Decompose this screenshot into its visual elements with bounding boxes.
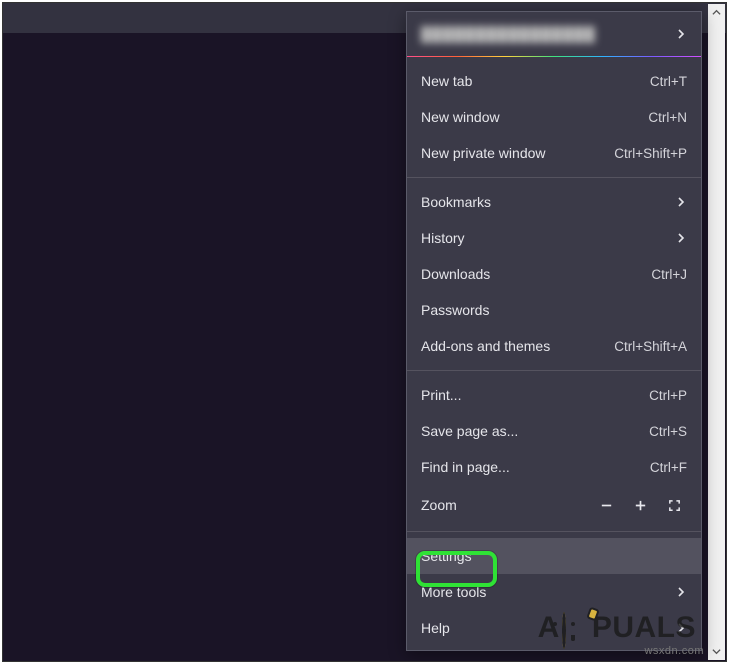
rainbow-separator [407, 56, 701, 57]
fullscreen-icon [667, 498, 682, 513]
menu-item-new-window[interactable]: New window Ctrl+N [407, 99, 701, 135]
zoom-out-button[interactable] [589, 491, 623, 519]
minus-icon [599, 498, 614, 513]
menu-label: History [421, 230, 465, 246]
app-menu: ████████████████ New tab Ctrl+T New wind… [406, 11, 702, 651]
zoom-in-button[interactable] [623, 491, 657, 519]
watermark-site: wsxdn.com [644, 645, 704, 657]
menu-separator [407, 370, 701, 371]
menu-shortcut: Ctrl+Shift+A [614, 339, 687, 354]
menu-item-zoom: Zoom [407, 485, 701, 525]
chevron-right-icon [675, 232, 687, 244]
menu-label: Save page as... [421, 423, 518, 439]
menu-separator [407, 531, 701, 532]
menu-item-account[interactable]: ████████████████ [407, 16, 701, 52]
menu-item-new-tab[interactable]: New tab Ctrl+T [407, 63, 701, 99]
menu-item-bookmarks[interactable]: Bookmarks [407, 184, 701, 220]
menu-item-help[interactable]: Help [407, 610, 701, 646]
menu-item-passwords[interactable]: Passwords [407, 292, 701, 328]
menu-separator [407, 177, 701, 178]
menu-shortcut: Ctrl+S [649, 424, 687, 439]
vertical-scrollbar[interactable] [708, 4, 725, 660]
menu-label: Help [421, 620, 450, 636]
plus-icon [633, 498, 648, 513]
scroll-up-button[interactable] [708, 4, 725, 21]
chevron-right-icon [675, 622, 687, 634]
chevron-down-icon [712, 647, 721, 656]
menu-item-settings[interactable]: Settings [407, 538, 701, 574]
menu-item-save-as[interactable]: Save page as... Ctrl+S [407, 413, 701, 449]
menu-shortcut: Ctrl+P [649, 388, 687, 403]
account-label: ████████████████ [421, 26, 596, 42]
menu-shortcut: Ctrl+F [650, 460, 687, 475]
menu-item-downloads[interactable]: Downloads Ctrl+J [407, 256, 701, 292]
menu-item-print[interactable]: Print... Ctrl+P [407, 377, 701, 413]
scroll-down-button[interactable] [708, 643, 725, 660]
menu-item-new-private-window[interactable]: New private window Ctrl+Shift+P [407, 135, 701, 171]
fullscreen-button[interactable] [657, 491, 691, 519]
menu-item-more-tools[interactable]: More tools [407, 574, 701, 610]
menu-shortcut: Ctrl+J [651, 267, 687, 282]
menu-label: Passwords [421, 302, 489, 318]
menu-item-find[interactable]: Find in page... Ctrl+F [407, 449, 701, 485]
menu-label: Settings [421, 548, 472, 564]
zoom-label: Zoom [421, 497, 457, 513]
menu-label: More tools [421, 584, 486, 600]
menu-label: Find in page... [421, 459, 510, 475]
menu-label: New private window [421, 145, 546, 161]
chevron-right-icon [675, 28, 687, 40]
menu-shortcut: Ctrl+Shift+P [614, 146, 687, 161]
chevron-up-icon [712, 8, 721, 17]
menu-label: Downloads [421, 266, 490, 282]
menu-item-history[interactable]: History [407, 220, 701, 256]
menu-label: New window [421, 109, 500, 125]
menu-label: Add-ons and themes [421, 338, 550, 354]
menu-label: Bookmarks [421, 194, 491, 210]
chevron-right-icon [675, 586, 687, 598]
menu-label: Print... [421, 387, 461, 403]
menu-item-addons[interactable]: Add-ons and themes Ctrl+Shift+A [407, 328, 701, 364]
menu-shortcut: Ctrl+T [650, 74, 687, 89]
chevron-right-icon [675, 196, 687, 208]
menu-shortcut: Ctrl+N [648, 110, 687, 125]
menu-label: New tab [421, 73, 472, 89]
